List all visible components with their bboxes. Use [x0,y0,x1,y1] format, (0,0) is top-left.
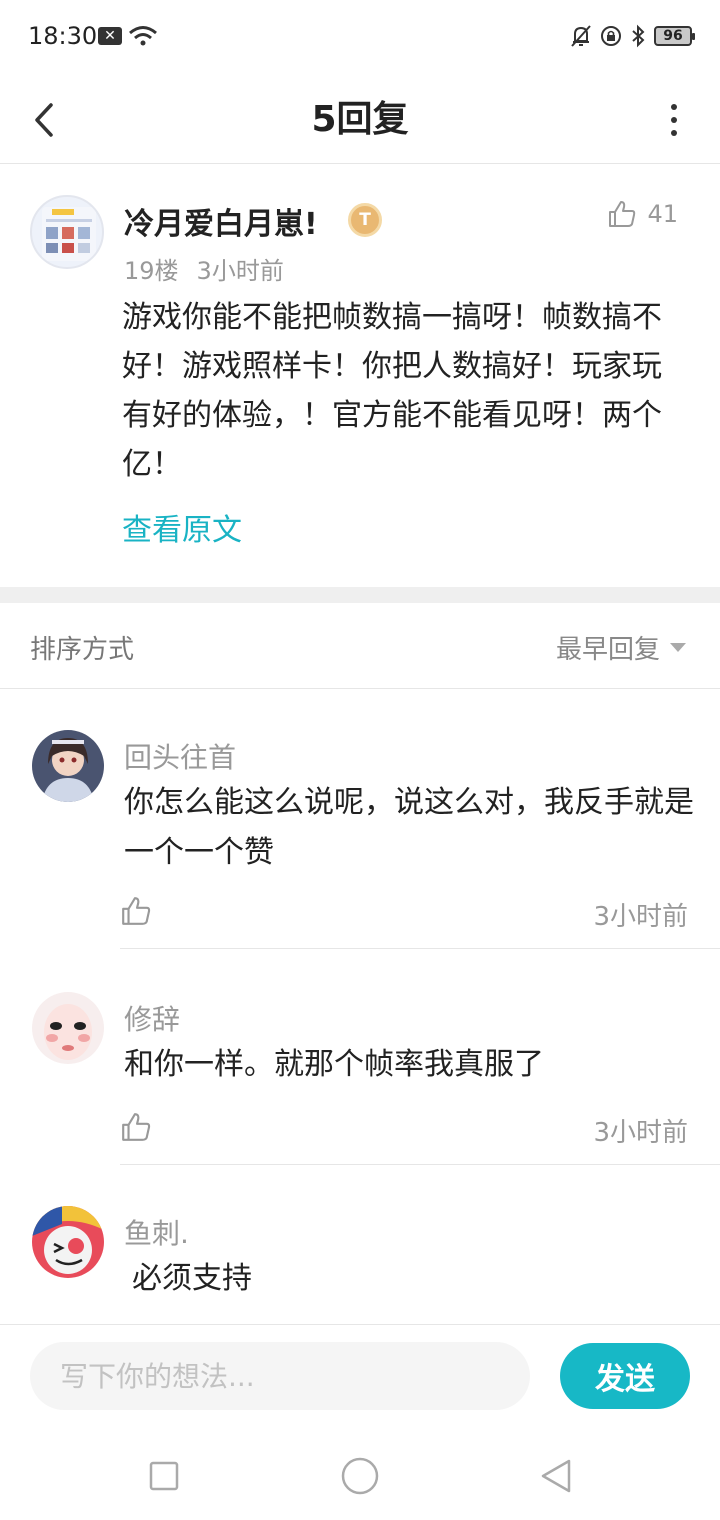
post-content: 游戏你能不能把帧数搞一搞呀！帧数搞不好！游戏照样卡！你把人数搞好！玩家玩有好的体… [122,300,662,482]
post-floor: 19楼 [124,257,179,285]
reply-username[interactable]: 回头往首 [124,736,236,776]
reply-text: 你怎么能这么说呢，说这么对，我反手就是一个一个赞 [124,785,694,870]
sort-bar: 排序方式 最早回复 [0,603,720,689]
system-nav-bar [0,1430,720,1520]
reply-divider [120,948,720,949]
reply-text: 必须支持 [132,1261,252,1296]
avatar[interactable] [30,195,104,269]
recent-apps-button[interactable] [142,1454,186,1498]
avatar[interactable] [32,1206,104,1278]
avatar-image [32,992,104,1064]
send-button[interactable]: 发送 [560,1343,690,1409]
avatar[interactable] [32,992,104,1064]
home-icon [341,1457,379,1495]
avatar[interactable] [32,730,104,802]
avatar-image [32,730,104,802]
notification-x-icon: ✕ [98,27,122,45]
sort-selected: 最早回复 [555,635,660,665]
user-level-badge: T [348,203,382,237]
view-original-link[interactable]: 查看原文 [122,505,242,549]
avatar-image [42,207,96,261]
reply-time: 3小时前 [593,1118,688,1148]
bell-off-icon [571,25,591,47]
status-time: 18:30 [28,22,98,50]
reply-divider [120,1164,720,1165]
status-icons: 96 [570,24,695,48]
sort-label: 排序方式 [30,635,135,665]
home-button[interactable] [338,1454,382,1498]
wifi-icon [129,26,157,46]
reply-username[interactable]: 鱼刺. [124,1212,189,1252]
sort-dropdown[interactable]: 最早回复 [556,629,686,666]
more-button[interactable] [664,96,684,144]
comment-composer: 发送 [0,1324,720,1430]
comment-input[interactable] [30,1342,530,1410]
back-icon [541,1459,571,1493]
nav-back-button[interactable] [534,1454,578,1498]
reply-item: 修辞 和你一样。就那个帧率我真服了 3小时前 [0,952,720,1166]
reply-time: 3小时前 [593,902,688,932]
post-time: 3小时前 [196,257,284,285]
post-like-button[interactable]: 41 [607,199,678,229]
reply-username[interactable]: 修辞 [124,998,180,1038]
reply-item: 回头往首 你怎么能这么说呢，说这么对，我反手就是一个一个赞 3小时前 [0,690,720,950]
post-username[interactable]: 冷月爱白月崽! [124,199,318,243]
thumbs-up-icon[interactable] [120,895,152,927]
reply-item: 鱼刺. 必须支持 [0,1166,720,1324]
battery-icon: 96 [654,26,695,46]
title-bar: 5回复 [0,76,720,164]
more-vertical-icon [671,104,677,110]
lock-rotation-icon [601,26,621,46]
post-meta: 19楼 3小时前 [124,251,284,286]
post-like-count: 41 [647,200,678,228]
thumbs-up-icon [609,201,636,227]
reply-text: 和你一样。就那个帧率我真服了 [124,1047,544,1082]
status-bar: 18:30 ✕ 96 [0,0,720,76]
more-dot [671,130,677,136]
bluetooth-icon [632,24,645,48]
avatar-image [32,1206,104,1278]
main-post: 冷月爱白月崽! T 41 19楼 3小时前 游戏你能不能把帧数搞一搞呀！帧数搞不好… [0,165,720,585]
caret-down-icon [670,643,686,652]
more-dot [671,117,677,123]
thumbs-up-icon[interactable] [120,1111,152,1143]
page-title: 5回复 [311,99,409,140]
section-separator [0,587,720,603]
recent-apps-icon [149,1461,179,1491]
